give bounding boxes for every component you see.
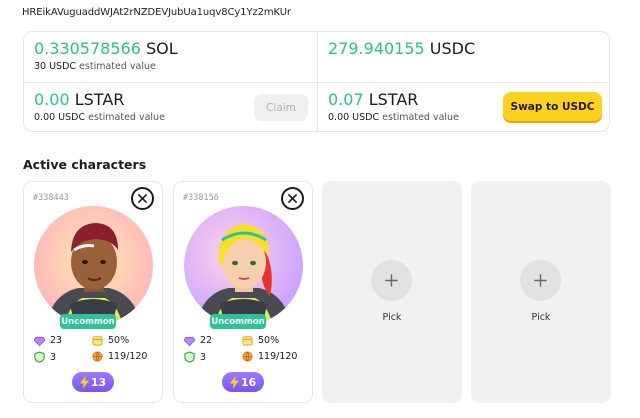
character-card[interactable]: #338156 Uncommon 22 50% 3 119/120 16 (173, 181, 313, 403)
energy-value: 16 (240, 375, 257, 389)
box-icon (92, 336, 103, 346)
lightning-icon (229, 375, 239, 389)
rarity-badge: Uncommon (60, 314, 116, 329)
percent-stat: 50% (242, 335, 279, 346)
globe-stat: 119/120 (242, 351, 297, 362)
globe-stat: 119/120 (92, 351, 147, 362)
sol-currency: SOL (145, 39, 178, 58)
shield-stat: 3 (34, 351, 56, 363)
gems-value: 22 (200, 335, 213, 346)
percent-value: 50% (108, 335, 130, 346)
pick-button[interactable] (371, 260, 412, 301)
globe-value: 119/120 (258, 351, 298, 362)
shield-value: 3 (50, 351, 57, 363)
plus-icon (534, 274, 547, 287)
claim-button[interactable]: Claim (254, 94, 308, 121)
pick-label: Pick (382, 312, 402, 323)
lstar-claim-usd-value: 0.00 USDC (34, 112, 86, 123)
lstar-claim-amount: 0.00 (34, 90, 70, 109)
character-portrait (184, 206, 303, 325)
box-icon (242, 336, 253, 346)
usdc-amount: 279.940155 (328, 39, 425, 58)
sol-amount: 0.330578566 (34, 39, 141, 58)
gems-value: 23 (50, 335, 63, 346)
empty-character-slot[interactable]: Pick (322, 181, 462, 403)
energy-badge: 13 (72, 372, 114, 392)
percent-value: 50% (258, 335, 280, 346)
lstar-swap-currency: LSTAR (368, 90, 419, 109)
sol-balance: 0.330578566 SOL 30 USDC estimated value (24, 32, 317, 82)
gem-icon (184, 336, 195, 346)
globe-value: 119/120 (108, 351, 148, 362)
sol-usd-value: 30 USDC (34, 61, 77, 72)
gems-stat: 22 (184, 335, 212, 346)
energy-badge: 16 (222, 372, 264, 392)
energy-value: 13 (90, 375, 107, 389)
rarity-badge: Uncommon (210, 314, 266, 329)
character-id: #338156 (183, 193, 219, 203)
remove-character-button[interactable] (281, 187, 304, 210)
usdc-currency: USDC (429, 39, 476, 58)
character-id: #338443 (33, 193, 69, 203)
wallet-address: HREikAVuguaddWJAt2rNZDEVJubUa1uqv8Cy1Yz2… (22, 7, 291, 18)
close-icon (288, 194, 297, 203)
lightning-icon (79, 375, 89, 389)
shield-icon (184, 351, 195, 363)
percent-stat: 50% (92, 335, 129, 346)
shield-stat: 3 (184, 351, 206, 363)
globe-icon (92, 351, 103, 362)
gem-icon (34, 336, 45, 346)
swap-to-usdc-button[interactable]: Swap to USDC (503, 92, 602, 121)
close-icon (138, 194, 147, 203)
usdc-balance: 279.940155 USDC (317, 32, 609, 82)
pick-button[interactable] (520, 260, 561, 301)
active-characters-heading: Active characters (23, 157, 147, 172)
pick-label: Pick (531, 312, 551, 323)
character-portrait (34, 206, 153, 325)
lstar-swap-estimated-label: estimated value (382, 112, 459, 123)
lstar-swap-usd-value: 0.00 USDC (328, 112, 380, 123)
shield-icon (34, 351, 45, 363)
lstar-claim-currency: LSTAR (74, 90, 125, 109)
globe-icon (242, 351, 253, 362)
character-card[interactable]: #338443 Uncommon 23 50% 3 119/120 13 (23, 181, 163, 403)
sol-estimated-label: estimated value (79, 61, 156, 72)
lstar-swap-amount: 0.07 (328, 90, 364, 109)
gems-stat: 23 (34, 335, 62, 346)
lstar-claim-estimated-label: estimated value (88, 112, 165, 123)
remove-character-button[interactable] (131, 187, 154, 210)
lstar-claim-balance: 0.00 LSTAR 0.00 USDC estimated value Clai… (24, 82, 317, 131)
empty-character-slot[interactable]: Pick (471, 181, 611, 403)
lstar-swap-balance: 0.07 LSTAR 0.00 USDC estimated value Swap… (317, 82, 609, 131)
shield-value: 3 (200, 351, 207, 363)
balances-panel: 0.330578566 SOL 30 USDC estimated value 2… (23, 31, 610, 132)
plus-icon (385, 274, 398, 287)
